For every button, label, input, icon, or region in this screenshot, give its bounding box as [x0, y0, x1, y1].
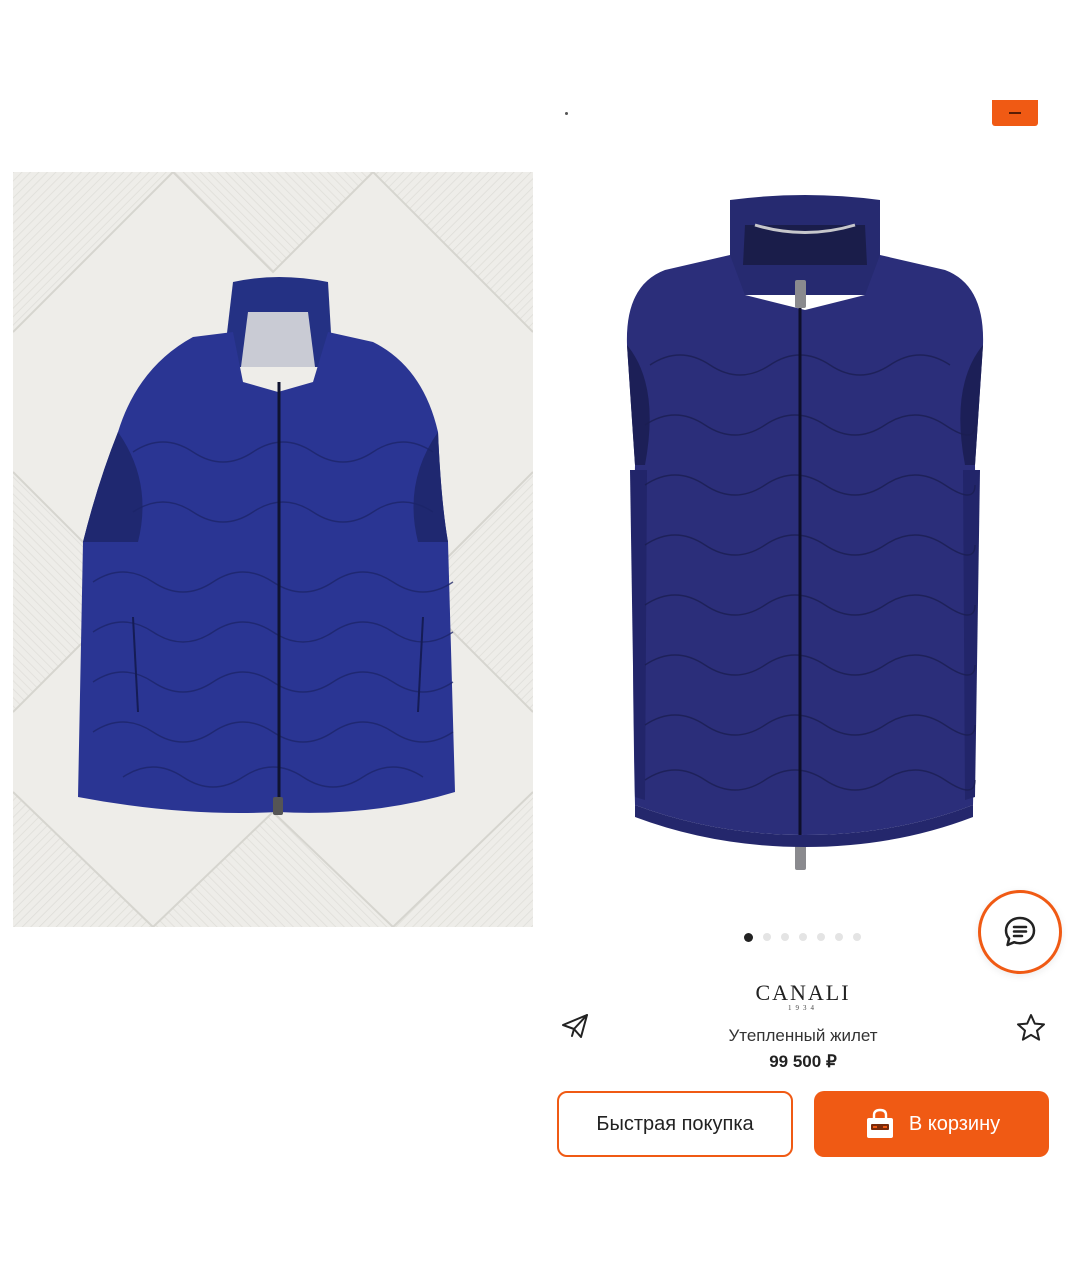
paper-plane-icon: [562, 1014, 588, 1038]
add-to-cart-button[interactable]: В корзину: [814, 1091, 1049, 1157]
pagination-dot[interactable]: [781, 933, 789, 941]
add-to-cart-label: В корзину: [908, 1112, 1001, 1135]
vest-photo-left: [78, 277, 455, 815]
header-cart-button[interactable]: [992, 100, 1038, 126]
status-dot: [565, 112, 568, 115]
star-outline-icon: [1017, 1014, 1045, 1041]
favorite-button[interactable]: [1015, 1012, 1047, 1044]
menu-icon: [1009, 112, 1021, 114]
shopping-bag-icon: [866, 1108, 893, 1138]
quick-buy-button[interactable]: Быстрая покупка: [557, 1091, 793, 1157]
chat-button[interactable]: [978, 890, 1062, 974]
quick-buy-label: Быстрая покупка: [596, 1112, 754, 1135]
pagination-dot[interactable]: [763, 933, 771, 941]
product-image[interactable]: [605, 185, 1005, 880]
gallery-pagination: [744, 932, 861, 942]
product-name: Утепленный жилет: [728, 1026, 878, 1045]
user-photo: [13, 172, 533, 927]
brand-logo[interactable]: CANALI: [703, 980, 903, 1006]
chat-bubble-icon: [1004, 916, 1036, 947]
pagination-dot[interactable]: [817, 933, 825, 941]
share-button[interactable]: [560, 1012, 590, 1040]
pagination-dot-active[interactable]: [744, 932, 753, 942]
pagination-dot[interactable]: [835, 933, 843, 941]
brand-year: 1934: [788, 1004, 818, 1012]
product-price: 99 500 ₽: [769, 1052, 837, 1071]
pagination-dot[interactable]: [799, 933, 807, 941]
pagination-dot[interactable]: [853, 933, 861, 941]
